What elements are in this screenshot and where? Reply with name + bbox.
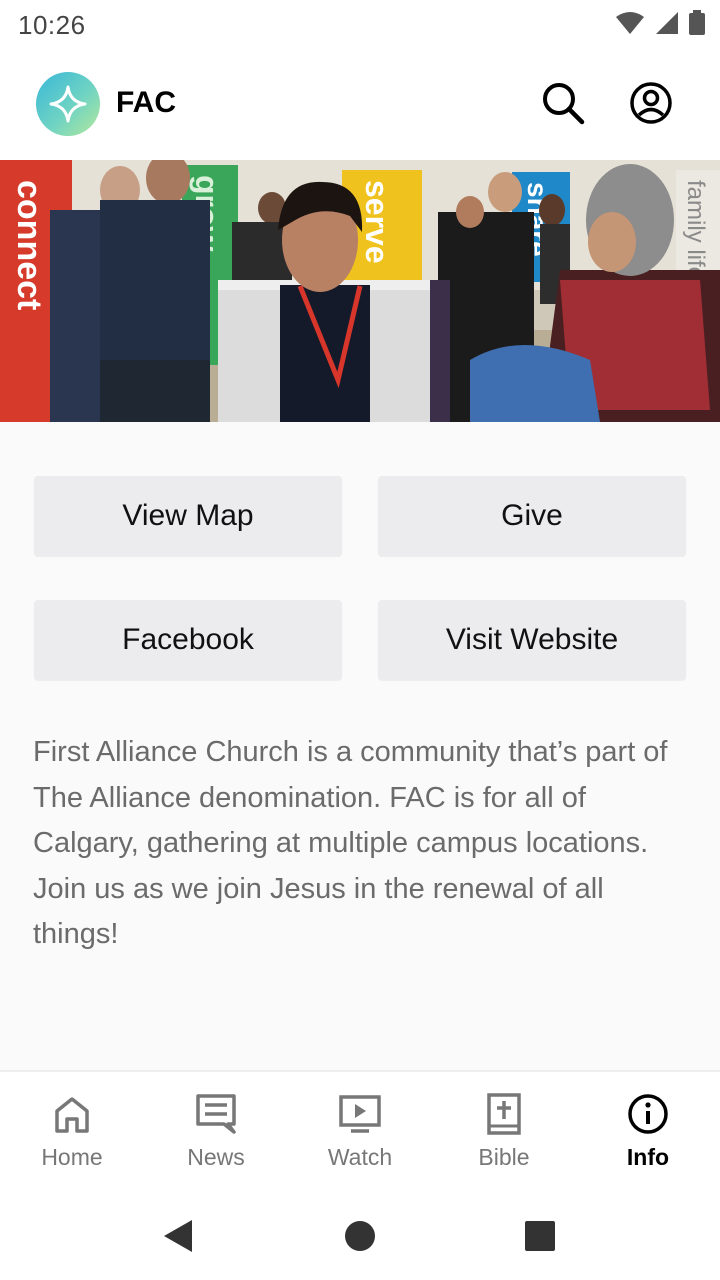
- hero-image: connect grow serve share family life: [0, 160, 720, 422]
- status-icons: [611, 10, 706, 40]
- home-circle-icon: [345, 1221, 375, 1251]
- news-icon: [196, 1094, 236, 1134]
- search-button[interactable]: [540, 80, 586, 126]
- banner-serve: serve: [359, 180, 395, 264]
- nav-label-info: Info: [626, 1144, 670, 1170]
- banner-connect: connect: [10, 180, 48, 310]
- nav-label-home: Home: [41, 1144, 103, 1170]
- recents-square-icon: [525, 1221, 555, 1251]
- bottom-nav: Home News Watch Bible Info: [0, 1070, 720, 1190]
- nav-item-news[interactable]: News: [144, 1072, 288, 1190]
- nav-label-watch: Watch: [327, 1144, 393, 1170]
- system-nav-bar: [0, 1190, 720, 1280]
- back-triangle-icon: [164, 1220, 192, 1252]
- app-title: FAC: [116, 86, 176, 119]
- system-home-button[interactable]: [338, 1214, 382, 1258]
- info-icon: [628, 1094, 668, 1134]
- account-circle-icon: [630, 82, 672, 124]
- church-description: First Alliance Church is a community tha…: [33, 736, 668, 950]
- visit-website-button[interactable]: Visit Website: [378, 600, 686, 680]
- app-logo: [36, 72, 100, 136]
- view-map-button[interactable]: View Map: [34, 476, 342, 556]
- bible-icon: [487, 1093, 521, 1135]
- system-recents-button[interactable]: [518, 1214, 562, 1258]
- status-time: 10:26: [18, 10, 86, 40]
- system-back-button[interactable]: [158, 1214, 202, 1258]
- profile-button[interactable]: [628, 80, 674, 126]
- nav-item-bible[interactable]: Bible: [432, 1072, 576, 1190]
- facebook-button[interactable]: Facebook: [34, 600, 342, 680]
- app-header: FAC: [0, 50, 720, 160]
- watch-icon: [339, 1095, 381, 1133]
- status-bar: 10:26: [0, 0, 720, 50]
- give-button[interactable]: Give: [378, 476, 686, 556]
- wifi-icon: [616, 12, 645, 34]
- nav-item-info[interactable]: Info: [576, 1072, 720, 1190]
- sparkle-star-icon: [49, 85, 87, 123]
- battery-icon: [689, 10, 705, 35]
- home-icon: [55, 1097, 89, 1133]
- banner-family-life: family life: [682, 180, 709, 280]
- nav-label-bible: Bible: [478, 1144, 530, 1170]
- signal-icon: [655, 12, 678, 34]
- nav-label-news: News: [187, 1144, 245, 1170]
- nav-item-home[interactable]: Home: [0, 1072, 144, 1190]
- nav-item-watch[interactable]: Watch: [288, 1072, 432, 1190]
- search-icon: [543, 83, 585, 125]
